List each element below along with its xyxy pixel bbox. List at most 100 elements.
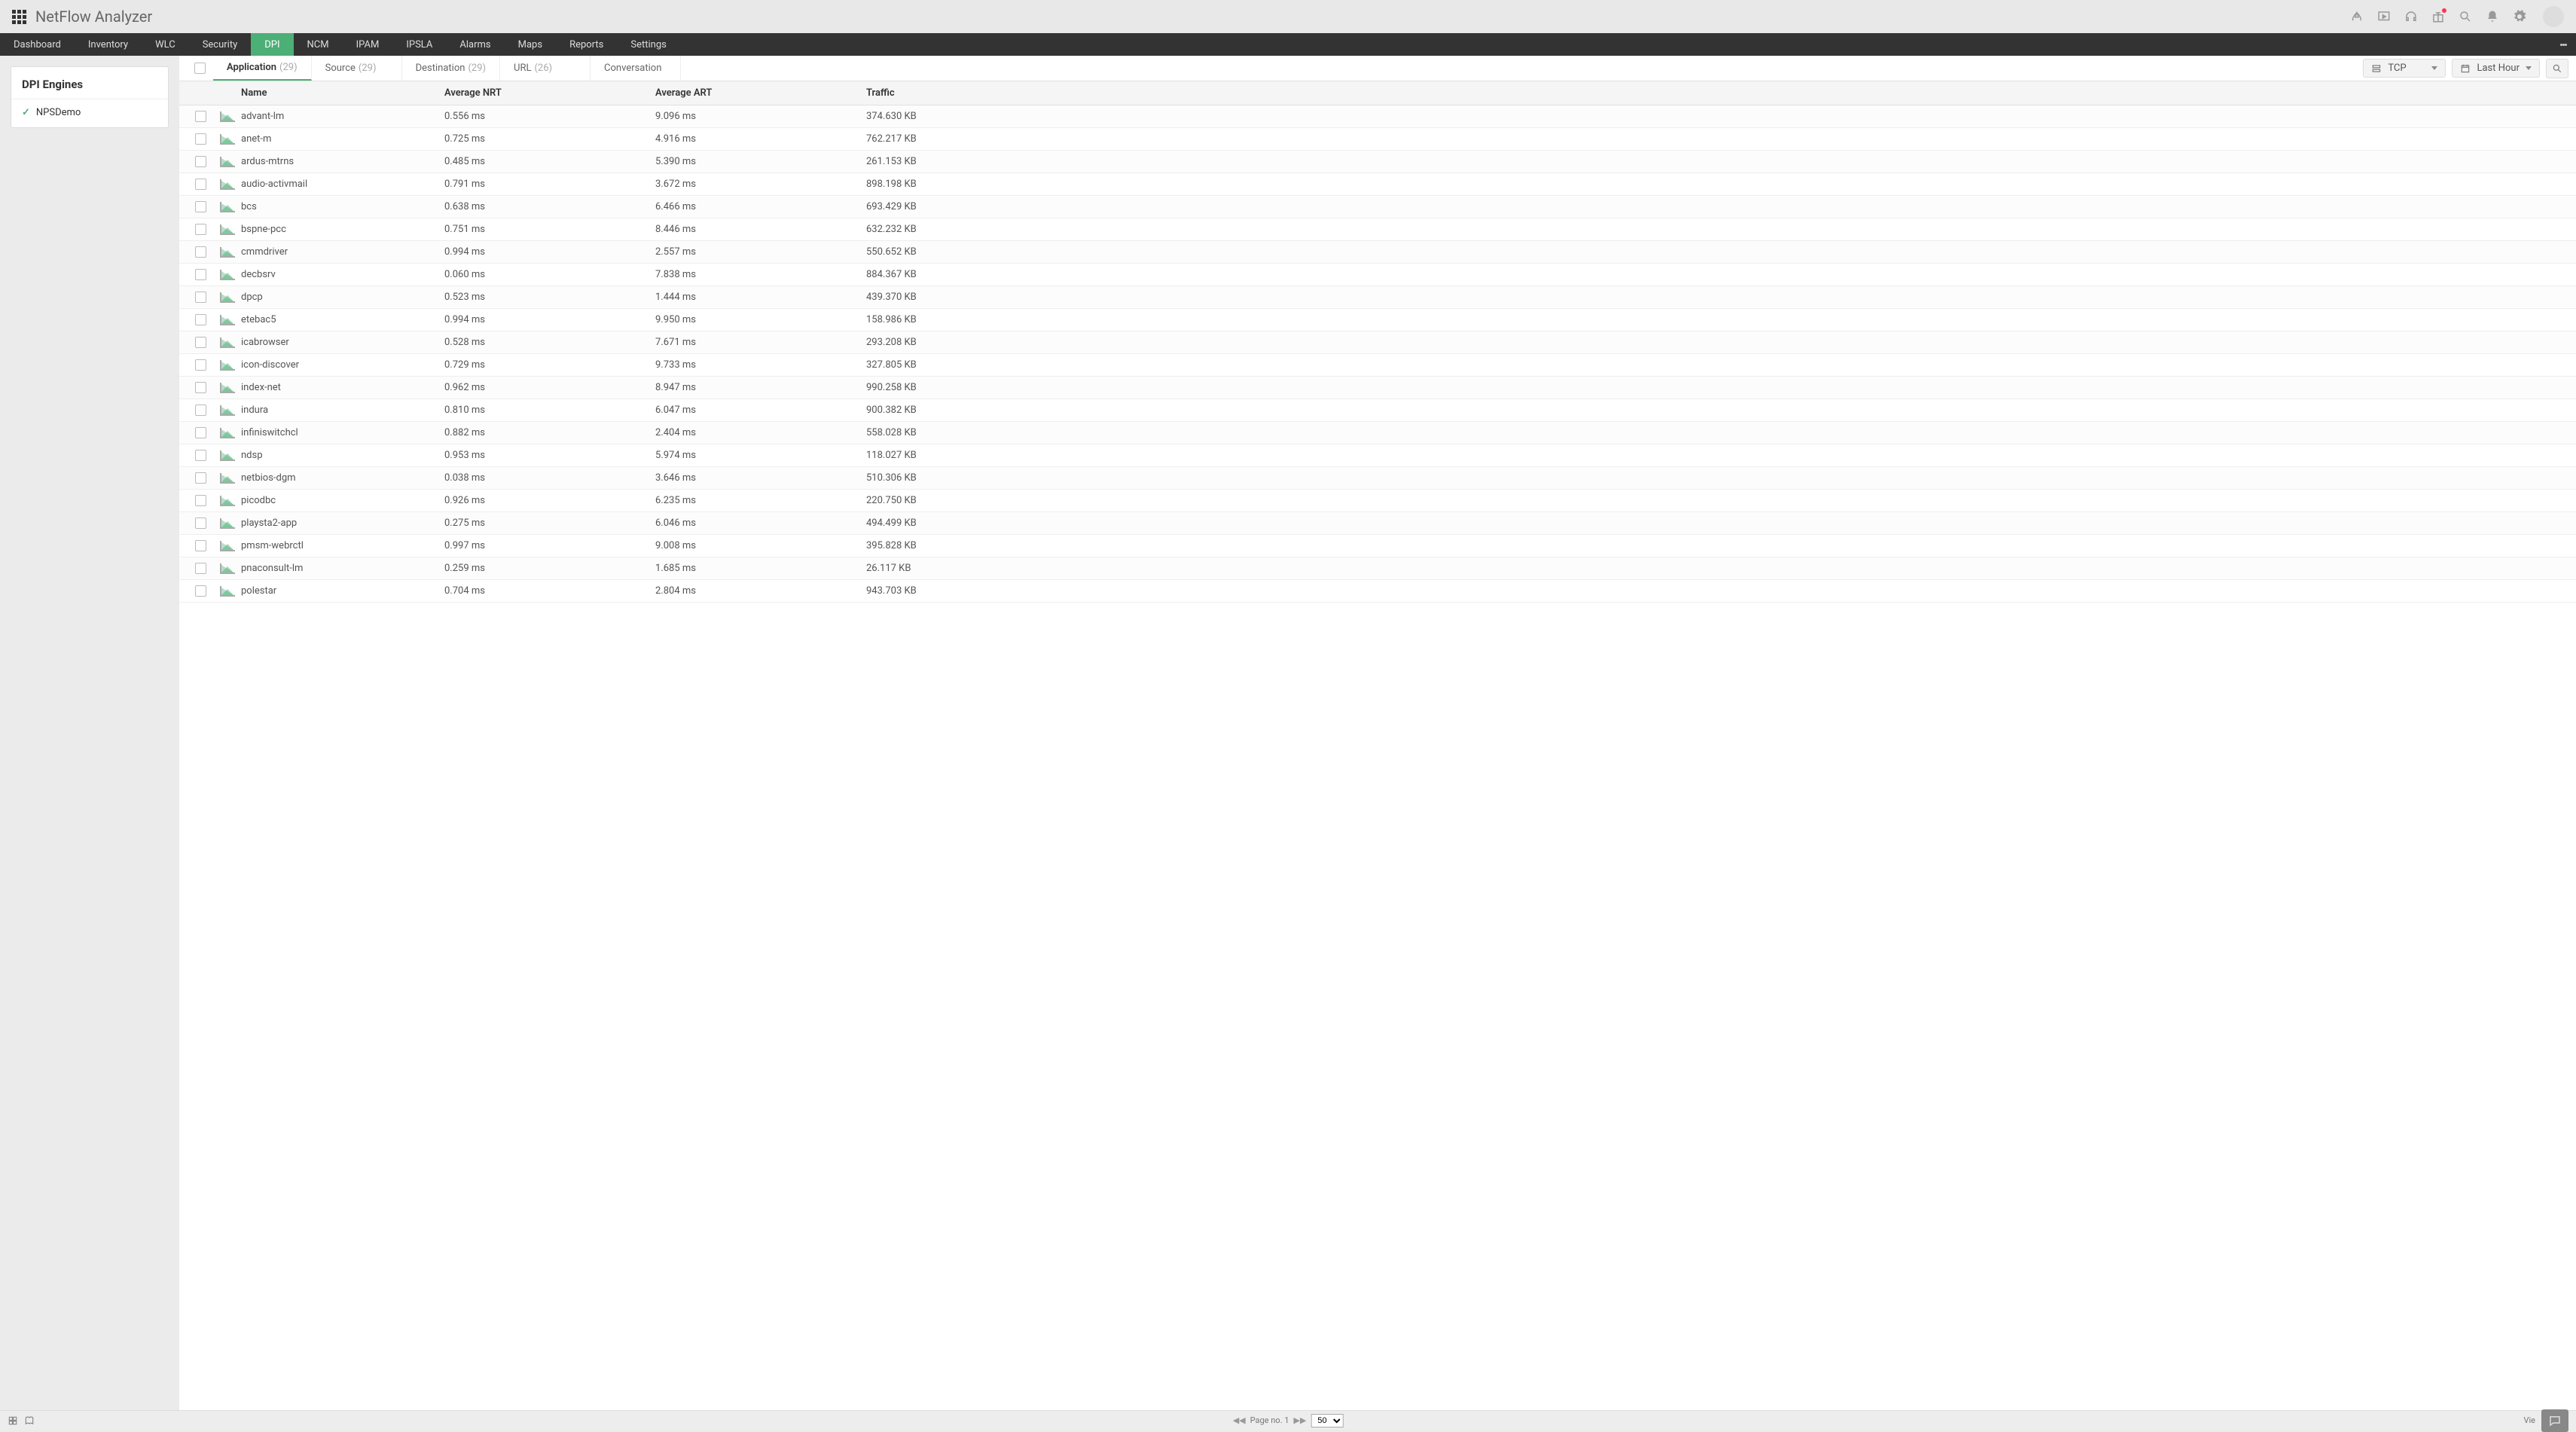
row-checkbox[interactable] bbox=[195, 111, 206, 122]
sparkline-icon[interactable] bbox=[220, 157, 235, 167]
gear-icon[interactable] bbox=[2513, 10, 2526, 23]
row-checkbox[interactable] bbox=[195, 292, 206, 303]
row-checkbox[interactable] bbox=[195, 427, 206, 438]
avatar[interactable] bbox=[2543, 6, 2564, 27]
pager-first[interactable]: ◀◀ bbox=[1233, 1415, 1246, 1425]
row-checkbox[interactable] bbox=[195, 359, 206, 371]
row-checkbox[interactable] bbox=[195, 156, 206, 167]
col-art[interactable]: Average ART bbox=[655, 87, 866, 99]
headset-icon[interactable] bbox=[2404, 10, 2418, 23]
tab-destination[interactable]: Destination (29) bbox=[402, 56, 500, 81]
sparkline-icon[interactable] bbox=[220, 292, 235, 303]
table-row[interactable]: pmsm-webrctl0.997 ms9.008 ms395.828 KB bbox=[179, 535, 2576, 557]
nav-item-settings[interactable]: Settings bbox=[617, 33, 679, 56]
pager-next[interactable]: ▶▶ bbox=[1293, 1415, 1306, 1425]
nav-item-dpi[interactable]: DPI bbox=[251, 33, 293, 56]
tab-conversation[interactable]: Conversation bbox=[591, 56, 681, 81]
table-search-button[interactable] bbox=[2546, 59, 2568, 78]
row-checkbox[interactable] bbox=[195, 450, 206, 461]
table-row[interactable]: audio-activmail0.791 ms3.672 ms898.198 K… bbox=[179, 173, 2576, 196]
table-row[interactable]: netbios-dgm0.038 ms3.646 ms510.306 KB bbox=[179, 467, 2576, 490]
row-checkbox[interactable] bbox=[195, 518, 206, 529]
row-checkbox[interactable] bbox=[195, 133, 206, 145]
sparkline-icon[interactable] bbox=[220, 224, 235, 235]
row-checkbox[interactable] bbox=[195, 563, 206, 574]
table-row[interactable]: etebac50.994 ms9.950 ms158.986 KB bbox=[179, 309, 2576, 331]
table-row[interactable]: indura0.810 ms6.047 ms900.382 KB bbox=[179, 399, 2576, 422]
table-row[interactable]: playsta2-app0.275 ms6.046 ms494.499 KB bbox=[179, 512, 2576, 535]
apps-menu-icon[interactable] bbox=[12, 10, 26, 24]
row-checkbox[interactable] bbox=[195, 246, 206, 258]
row-checkbox[interactable] bbox=[195, 405, 206, 416]
row-checkbox[interactable] bbox=[195, 224, 206, 235]
sparkline-icon[interactable] bbox=[220, 111, 235, 122]
sparkline-icon[interactable] bbox=[220, 360, 235, 371]
rocket-icon[interactable] bbox=[2350, 10, 2364, 23]
row-checkbox[interactable] bbox=[195, 269, 206, 280]
sparkline-icon[interactable] bbox=[220, 202, 235, 212]
protocol-dropdown[interactable]: TCP bbox=[2363, 59, 2446, 78]
table-row[interactable]: advant-lm0.556 ms9.096 ms374.630 KB bbox=[179, 105, 2576, 128]
table-row[interactable]: cmmdriver0.994 ms2.557 ms550.652 KB bbox=[179, 241, 2576, 264]
grid-view-icon[interactable] bbox=[8, 1415, 18, 1426]
chat-button[interactable] bbox=[2541, 1409, 2568, 1432]
sparkline-icon[interactable] bbox=[220, 541, 235, 551]
page-size-select[interactable]: 50 bbox=[1311, 1414, 1343, 1427]
row-checkbox[interactable] bbox=[195, 314, 206, 325]
table-row[interactable]: index-net0.962 ms8.947 ms990.258 KB bbox=[179, 377, 2576, 399]
row-checkbox[interactable] bbox=[195, 337, 206, 348]
sparkline-icon[interactable] bbox=[220, 473, 235, 484]
tab-source[interactable]: Source (29) bbox=[312, 56, 402, 81]
sparkline-icon[interactable] bbox=[220, 179, 235, 190]
table-row[interactable]: infiniswitchcl0.882 ms2.404 ms558.028 KB bbox=[179, 422, 2576, 444]
sparkline-icon[interactable] bbox=[220, 134, 235, 145]
col-nrt[interactable]: Average NRT bbox=[444, 87, 655, 99]
sparkline-icon[interactable] bbox=[220, 315, 235, 325]
sparkline-icon[interactable] bbox=[220, 518, 235, 529]
presentation-icon[interactable] bbox=[2377, 10, 2391, 23]
table-row[interactable]: decbsrv0.060 ms7.838 ms884.367 KB bbox=[179, 264, 2576, 286]
nav-more-icon[interactable] bbox=[2551, 33, 2576, 56]
bell-icon[interactable] bbox=[2486, 10, 2499, 23]
table-row[interactable]: polestar0.704 ms2.804 ms943.703 KB bbox=[179, 580, 2576, 603]
row-checkbox[interactable] bbox=[195, 540, 206, 551]
sparkline-icon[interactable] bbox=[220, 337, 235, 348]
sparkline-icon[interactable] bbox=[220, 586, 235, 597]
row-checkbox[interactable] bbox=[195, 472, 206, 484]
nav-item-ipsla[interactable]: IPSLA bbox=[392, 33, 446, 56]
table-row[interactable]: bspne-pcc0.751 ms8.446 ms632.232 KB bbox=[179, 218, 2576, 241]
row-checkbox[interactable] bbox=[195, 382, 206, 393]
nav-item-dashboard[interactable]: Dashboard bbox=[0, 33, 75, 56]
tab-application[interactable]: Application (29) bbox=[213, 56, 312, 81]
table-row[interactable]: icabrowser0.528 ms7.671 ms293.208 KB bbox=[179, 331, 2576, 354]
col-traffic[interactable]: Traffic bbox=[866, 87, 2576, 99]
table-row[interactable]: icon-discover0.729 ms9.733 ms327.805 KB bbox=[179, 354, 2576, 377]
row-checkbox[interactable] bbox=[195, 179, 206, 190]
col-name[interactable]: Name bbox=[241, 87, 444, 99]
nav-item-ncm[interactable]: NCM bbox=[294, 33, 343, 56]
sparkline-icon[interactable] bbox=[220, 270, 235, 280]
table-row[interactable]: ndsp0.953 ms5.974 ms118.027 KB bbox=[179, 444, 2576, 467]
nav-item-reports[interactable]: Reports bbox=[556, 33, 617, 56]
sparkline-icon[interactable] bbox=[220, 563, 235, 574]
nav-item-ipam[interactable]: IPAM bbox=[343, 33, 393, 56]
nav-item-security[interactable]: Security bbox=[189, 33, 252, 56]
table-row[interactable]: anet-m0.725 ms4.916 ms762.217 KB bbox=[179, 128, 2576, 151]
sparkline-icon[interactable] bbox=[220, 450, 235, 461]
row-checkbox[interactable] bbox=[195, 201, 206, 212]
sparkline-icon[interactable] bbox=[220, 496, 235, 506]
sparkline-icon[interactable] bbox=[220, 247, 235, 258]
nav-item-wlc[interactable]: WLC bbox=[142, 33, 189, 56]
nav-item-maps[interactable]: Maps bbox=[505, 33, 556, 56]
tab-url[interactable]: URL (26) bbox=[500, 56, 591, 81]
row-checkbox[interactable] bbox=[195, 495, 206, 506]
select-all-checkbox[interactable] bbox=[194, 63, 206, 74]
sparkline-icon[interactable] bbox=[220, 428, 235, 438]
table-row[interactable]: bcs0.638 ms6.466 ms693.429 KB bbox=[179, 196, 2576, 218]
table-row[interactable]: ardus-mtrns0.485 ms5.390 ms261.153 KB bbox=[179, 151, 2576, 173]
search-icon[interactable] bbox=[2458, 10, 2472, 23]
nav-item-inventory[interactable]: Inventory bbox=[75, 33, 142, 56]
sparkline-icon[interactable] bbox=[220, 383, 235, 393]
timerange-dropdown[interactable]: Last Hour bbox=[2452, 59, 2540, 78]
table-row[interactable]: dpcp0.523 ms1.444 ms439.370 KB bbox=[179, 286, 2576, 309]
